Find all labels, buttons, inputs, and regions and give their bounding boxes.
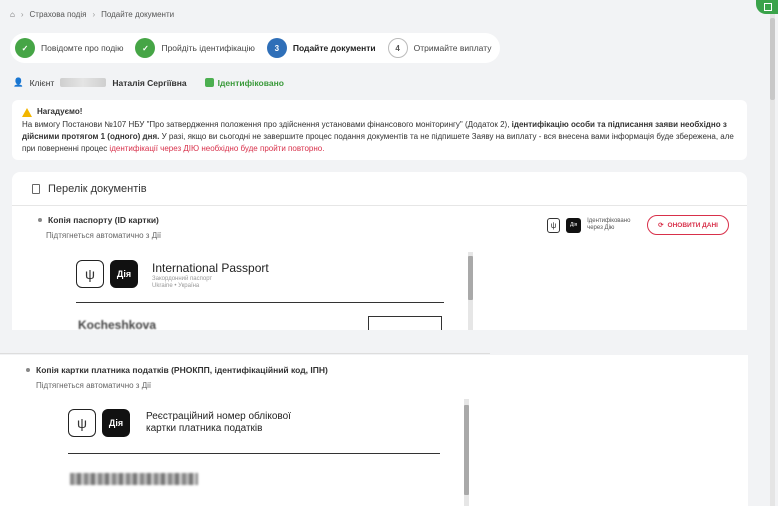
preview-divider — [76, 302, 444, 303]
documents-heading: Перелік документів — [48, 182, 147, 195]
step-label: Повідомте про подію — [41, 43, 124, 53]
breadcrumb: ⌂ › Страхова подія › Подайте документи — [10, 10, 174, 19]
notice-title: Нагадуємо! — [22, 106, 737, 118]
tax-item: Копія картки платника податків (РНОКПП, … — [26, 365, 328, 390]
passport-status-group: ψ Дія Ідентифіковано через Дію ⟳ ОНОВИТИ… — [547, 215, 729, 235]
tax-subtitle: Підтягнеться автоматично з Дії — [36, 381, 152, 390]
step-label: Подайте документи — [292, 43, 376, 53]
client-prefix: Клієнт — [29, 77, 55, 88]
preview-title: International Passport — [152, 261, 269, 275]
trident-icon: ψ — [76, 260, 104, 288]
passport-item: Копія паспорту (ID картки) Підтягнеться … — [38, 215, 161, 240]
status-label: Ідентифіковано — [217, 77, 284, 88]
reminder-notice: Нагадуємо! На вимогу Постанови №107 НБУ … — [12, 100, 747, 160]
refresh-label: ОНОВИТИ ДАНІ — [667, 221, 718, 229]
trident-icon: ψ — [68, 409, 96, 437]
tax-document-panel: Копія картки платника податків (РНОКПП, … — [0, 355, 748, 506]
corner-status-badge[interactable] — [756, 0, 778, 14]
breadcrumb-insurance-event[interactable]: Страхова подія — [30, 10, 87, 19]
step-report-event[interactable]: ✓ Повідомте про подію — [15, 38, 123, 58]
documents-header: Перелік документів — [12, 172, 747, 206]
preview-photo-frame — [368, 316, 442, 330]
notice-body: На вимогу Постанови №107 НБУ "Про затвер… — [22, 119, 737, 155]
breadcrumb-separator: › — [20, 10, 24, 19]
tax-number-redacted — [70, 473, 198, 485]
warning-icon — [22, 107, 32, 117]
step-identification[interactable]: ✓ Пройдіть ідентифікацію — [135, 38, 255, 58]
step-receive-payment[interactable]: 4 Отримайте виплату — [387, 38, 492, 58]
passport-title: Копія паспорту (ID картки) — [38, 215, 161, 225]
notice-title-text: Нагадуємо! — [37, 107, 83, 116]
breadcrumb-separator: › — [92, 10, 96, 19]
breadcrumb-submit-documents: Подайте документи — [101, 10, 175, 19]
preview-scrollbar[interactable] — [468, 256, 473, 300]
preview-scrollbar[interactable] — [464, 405, 469, 495]
document-icon — [32, 183, 40, 194]
diia-status-text: Ідентифіковано через Дію — [587, 218, 631, 231]
verified-check-icon — [204, 78, 214, 87]
passport-title-text: Копія паспорту (ID картки) — [48, 215, 159, 225]
documents-panel: Перелік документів Копія паспорту (ID ка… — [12, 172, 747, 330]
refresh-icon: ⟳ — [658, 222, 664, 229]
diia-logo-icon: Дія — [110, 260, 138, 288]
client-info: 👤 Клієнт Наталія Сергіївна Ідентифікован… — [13, 77, 284, 88]
tax-preview-title-2: картки платника податків — [146, 423, 263, 434]
preview-subtitle: Закордонний паспорт — [152, 276, 213, 282]
check-icon: ✓ — [135, 38, 156, 58]
step-submit-documents[interactable]: 3 Подайте документи — [266, 38, 376, 58]
passport-subtitle: Підтягнеться автоматично з Дії — [46, 231, 162, 240]
page-scrollbar[interactable] — [770, 18, 775, 100]
refresh-data-button[interactable]: ⟳ ОНОВИТИ ДАНІ — [647, 215, 729, 235]
client-name: Наталія Сергіївна — [112, 77, 187, 88]
diia-logo-icon: Дія — [566, 217, 582, 233]
client-surname-redacted — [60, 78, 107, 87]
step-number: 4 — [387, 38, 408, 58]
notice-text-a: На вимогу Постанови №107 НБУ "Про затвер… — [22, 120, 512, 129]
tax-preview-title-1: Реєстраційний номер облікової — [146, 411, 291, 422]
preview-divider — [68, 453, 440, 454]
progress-stepper: ✓ Повідомте про подію ✓ Пройдіть ідентиф… — [10, 33, 500, 63]
bullet-icon — [38, 218, 42, 222]
trident-icon: ψ — [547, 217, 561, 233]
tax-preview: ψ Дія Реєстраційний номер облікової карт… — [68, 399, 473, 506]
tax-title-text: Копія картки платника податків (РНОКПП, … — [36, 365, 328, 375]
home-icon[interactable]: ⌂ — [10, 10, 15, 19]
step-label: Отримайте виплату — [413, 43, 492, 53]
step-number: 3 — [266, 38, 287, 58]
notice-red: ідентифікації через ДІЮ необхідно буде п… — [109, 144, 325, 153]
passport-preview: ψ Дія International Passport Закордонний… — [76, 252, 476, 330]
check-icon: ✓ — [15, 38, 35, 58]
step-label: Пройдіть ідентифікацію — [161, 43, 255, 53]
bullet-icon — [26, 368, 30, 372]
preview-holder-name: Kocheshkova — [78, 318, 157, 330]
tax-title: Копія картки платника податків (РНОКПП, … — [26, 365, 328, 375]
identification-status: Ідентифіковано — [204, 77, 284, 88]
divider — [0, 353, 490, 354]
user-icon: 👤 — [13, 77, 24, 87]
preview-subtitle-2: Ukraine • Україна — [152, 283, 200, 289]
diia-logo-icon: Дія — [102, 409, 130, 437]
